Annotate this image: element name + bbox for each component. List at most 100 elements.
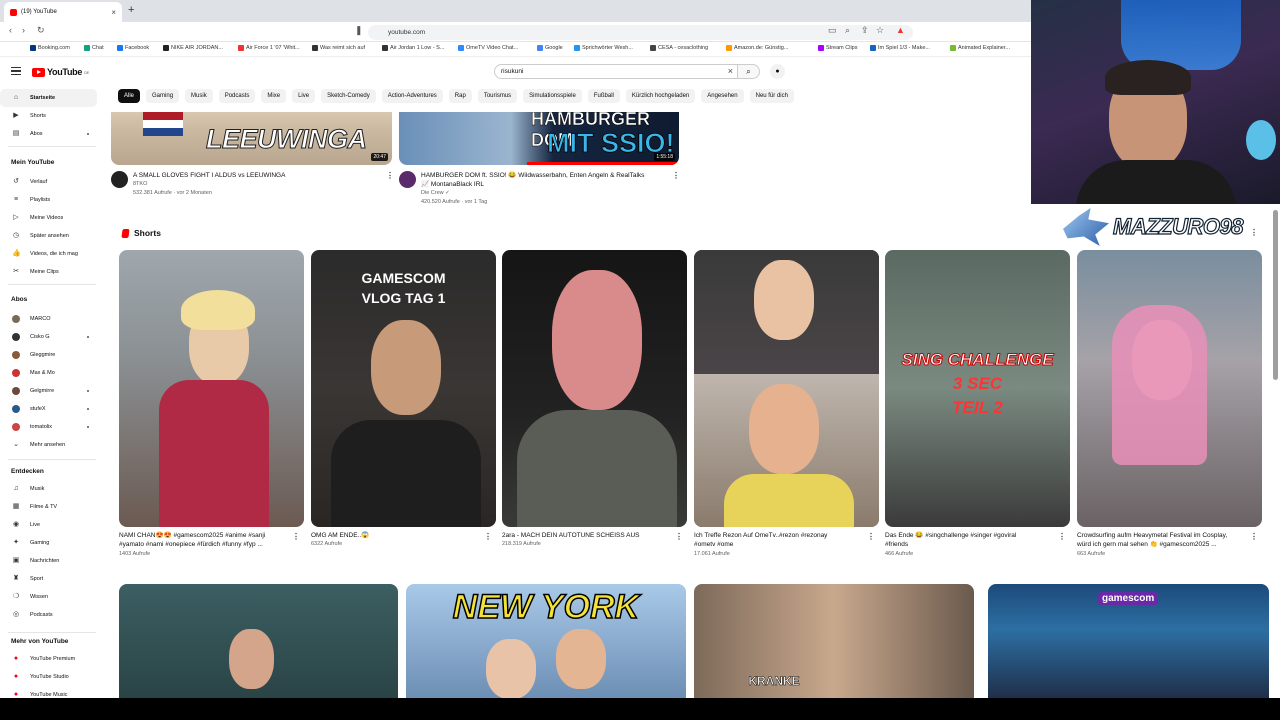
sidebar-item-startseite[interactable]: ⌂ Startseite — [0, 89, 97, 107]
sidebar-item-explore-3[interactable]: ✦ Gaming — [0, 534, 97, 552]
sidebar-section-explore[interactable]: Entdecken — [11, 468, 44, 475]
sidebar-item-sub-1[interactable]: Cisko G — [0, 328, 97, 346]
short-thumbnail[interactable] — [119, 250, 304, 527]
short-thumbnail[interactable] — [502, 250, 687, 527]
search-button[interactable]: ⌕ — [738, 64, 760, 79]
zoom-icon[interactable]: ⌕ — [845, 25, 850, 36]
sidebar-section-you[interactable]: Mein YouTube — [11, 159, 54, 166]
sidebar-item-explore-2[interactable]: ◉ Live — [0, 516, 97, 534]
chip-action-adventures[interactable]: Action-Adventures — [381, 89, 443, 103]
sidebar-item-explore-1[interactable]: ▦ Filme & TV — [0, 498, 97, 516]
warning-icon[interactable]: ▲ — [896, 25, 905, 35]
more-options-icon[interactable]: ⋮ — [292, 532, 300, 541]
sidebar-section-more-from-youtube[interactable]: Mehr von YouTube — [11, 638, 68, 645]
more-options-icon[interactable]: ⋮ — [484, 532, 492, 541]
short-thumbnail[interactable] — [694, 250, 879, 527]
short-title[interactable]: 2ara - MACH DEIN AUTOTUNE SCHEISS AUS — [502, 531, 677, 540]
bookmark-item[interactable]: Amazon.de: Günstig... — [726, 45, 788, 51]
short-title[interactable]: NAMI CHAN😍😍 #gamescom2025 #anime #sanji #… — [119, 531, 294, 549]
sidebar-section-subscriptions[interactable]: Abos — [11, 296, 27, 303]
more-options-icon[interactable]: ⋮ — [386, 171, 394, 180]
bookmark-item[interactable]: OmeTV Video Chat... — [458, 45, 518, 51]
bookmark-item[interactable]: Air Jordan 1 Low - S... — [382, 45, 444, 51]
short-thumbnail[interactable] — [1077, 250, 1262, 527]
bookmark-item[interactable]: Sprichwörter Wesh... — [574, 45, 633, 51]
sidebar-item-explore-6[interactable]: ❍ Wissen — [0, 588, 97, 606]
bookmark-item[interactable]: Was reimt sich auf — [312, 45, 365, 51]
chip-angesehen[interactable]: Angesehen — [701, 89, 744, 103]
cast-icon[interactable]: ▭ — [828, 25, 837, 36]
sidebar-show-more[interactable]: ⌄ Mehr ansehen — [0, 436, 97, 454]
share-icon[interactable]: ⇪ — [861, 25, 869, 36]
short-title[interactable]: Crowdsurfing aufm Heavymetal Festival im… — [1077, 531, 1252, 549]
voice-search-button[interactable]: ● — [770, 64, 785, 79]
video-title-line2[interactable]: 📈 MontanaBlack IRL — [421, 180, 644, 189]
channel-avatar[interactable] — [111, 171, 128, 188]
sidebar-item-yt-0[interactable]: ● YouTube Premium — [0, 650, 97, 668]
video-thumbnail[interactable]: gamescom — [988, 584, 1269, 698]
chip-live[interactable]: Live — [292, 89, 316, 103]
sidebar-item-explore-5[interactable]: ♜ Sport — [0, 570, 97, 588]
bookmark-item[interactable]: Air Force 1 '07 'Whit... — [238, 45, 300, 51]
bookmark-item[interactable]: Animated Explainer... — [950, 45, 1010, 51]
new-tab-button[interactable]: + — [128, 4, 134, 16]
channel-avatar[interactable] — [399, 171, 416, 188]
bookmark-icon[interactable]: ❚ — [355, 25, 363, 36]
sidebar-item-explore-7[interactable]: ◎ Podcasts — [0, 606, 97, 624]
video-title[interactable]: HAMBURGER DOM ft. SSIO! 😂 Wildwasserbahn… — [421, 171, 644, 180]
chip-tourismus[interactable]: Tourismus — [477, 89, 518, 103]
chip-podcasts[interactable]: Podcasts — [218, 89, 256, 103]
chip-gaming[interactable]: Gaming — [146, 89, 180, 103]
bookmark-item[interactable]: Facebook — [117, 45, 149, 51]
search-input[interactable]: risukuni × — [494, 64, 738, 79]
youtube-logo[interactable]: YouTube DE — [32, 67, 89, 77]
video-thumbnail[interactable]: KRANKE — [694, 584, 974, 698]
video-thumbnail[interactable]: NEW YORK — [406, 584, 686, 698]
sidebar-item-you-5[interactable]: ✂ Meine Clips — [0, 263, 97, 281]
sidebar-item-explore-0[interactable]: ♫ Musik — [0, 480, 97, 498]
bookmark-item[interactable]: Chat — [84, 45, 104, 51]
clear-search-icon[interactable]: × — [728, 66, 733, 76]
sidebar-item-shorts[interactable]: ▶ Shorts — [0, 107, 97, 125]
chip-simulationsspiele[interactable]: Simulationsspiele — [523, 89, 582, 103]
bookmark-item[interactable]: Im Spiel 1/3 - Make... — [870, 45, 930, 51]
bookmark-item[interactable]: Booking.com — [30, 45, 70, 51]
chip-fußball[interactable]: Fußball — [587, 89, 620, 103]
sidebar-item-you-2[interactable]: ▷ Meine Videos — [0, 209, 97, 227]
video-thumbnail[interactable]: HAMBURGER DOM MIT SSIO! 1:55:18 — [399, 112, 679, 165]
video-title[interactable]: A SMALL GLOVES FIGHT I ALDUS vs LEEUWING… — [133, 171, 285, 180]
chip-kürzlich-hochgeladen[interactable]: Kürzlich hochgeladen — [625, 89, 696, 103]
chip-musik[interactable]: Musik — [185, 89, 213, 103]
browser-tab[interactable]: (19) YouTube × — [4, 2, 122, 22]
short-title[interactable]: Das Ende 😂 #singchallenge #singer #govir… — [885, 531, 1060, 549]
more-options-icon[interactable]: ⋮ — [675, 532, 683, 541]
sidebar-item-sub-3[interactable]: Max & Mo — [0, 364, 97, 382]
sidebar-item-abos[interactable]: ▤ Abos — [0, 125, 97, 143]
sidebar-item-you-1[interactable]: ≡ Playlists — [0, 191, 97, 209]
more-options-icon[interactable]: ⋮ — [1250, 532, 1258, 541]
more-options-icon[interactable]: ⋮ — [867, 532, 875, 541]
sidebar-item-sub-4[interactable]: Gelgmirre — [0, 382, 97, 400]
bookmark-item[interactable]: Google — [537, 45, 563, 51]
video-thumbnail[interactable] — [119, 584, 398, 698]
more-options-icon[interactable]: ⋮ — [1058, 532, 1066, 541]
channel-name[interactable]: 8TKO — [133, 180, 285, 189]
bookmark-item[interactable]: CESA - cesaclothing — [650, 45, 708, 51]
more-options-icon[interactable]: ⋮ — [672, 171, 680, 180]
sidebar-item-you-4[interactable]: 👍 Videos, die ich mag — [0, 245, 97, 263]
reload-icon[interactable]: ↻ — [37, 25, 45, 36]
chip-neu-für-dich[interactable]: Neu für dich — [749, 89, 794, 103]
channel-name[interactable]: Die Crew ✓ — [421, 189, 644, 198]
sidebar-item-yt-1[interactable]: ● YouTube Studio — [0, 668, 97, 686]
menu-icon[interactable] — [11, 67, 21, 75]
short-thumbnail[interactable]: GAMESCOM VLOG TAG 1 — [311, 250, 496, 527]
shorts-more-icon[interactable]: ⋮ — [1250, 228, 1258, 237]
sidebar-item-you-3[interactable]: ◷ Später ansehen — [0, 227, 97, 245]
forward-icon[interactable]: › — [22, 25, 25, 35]
chip-mixe[interactable]: Mixe — [261, 89, 287, 103]
short-title[interactable]: Ich Treffe Rezon Auf OmeTv..#rezon #rezo… — [694, 531, 869, 549]
chip-rap[interactable]: Rap — [448, 89, 472, 103]
chip-alle[interactable]: Alle — [118, 89, 141, 103]
sidebar-item-yt-2[interactable]: ● YouTube Music — [0, 686, 97, 698]
chip-sketch-comedy[interactable]: Sketch-Comedy — [321, 89, 376, 103]
